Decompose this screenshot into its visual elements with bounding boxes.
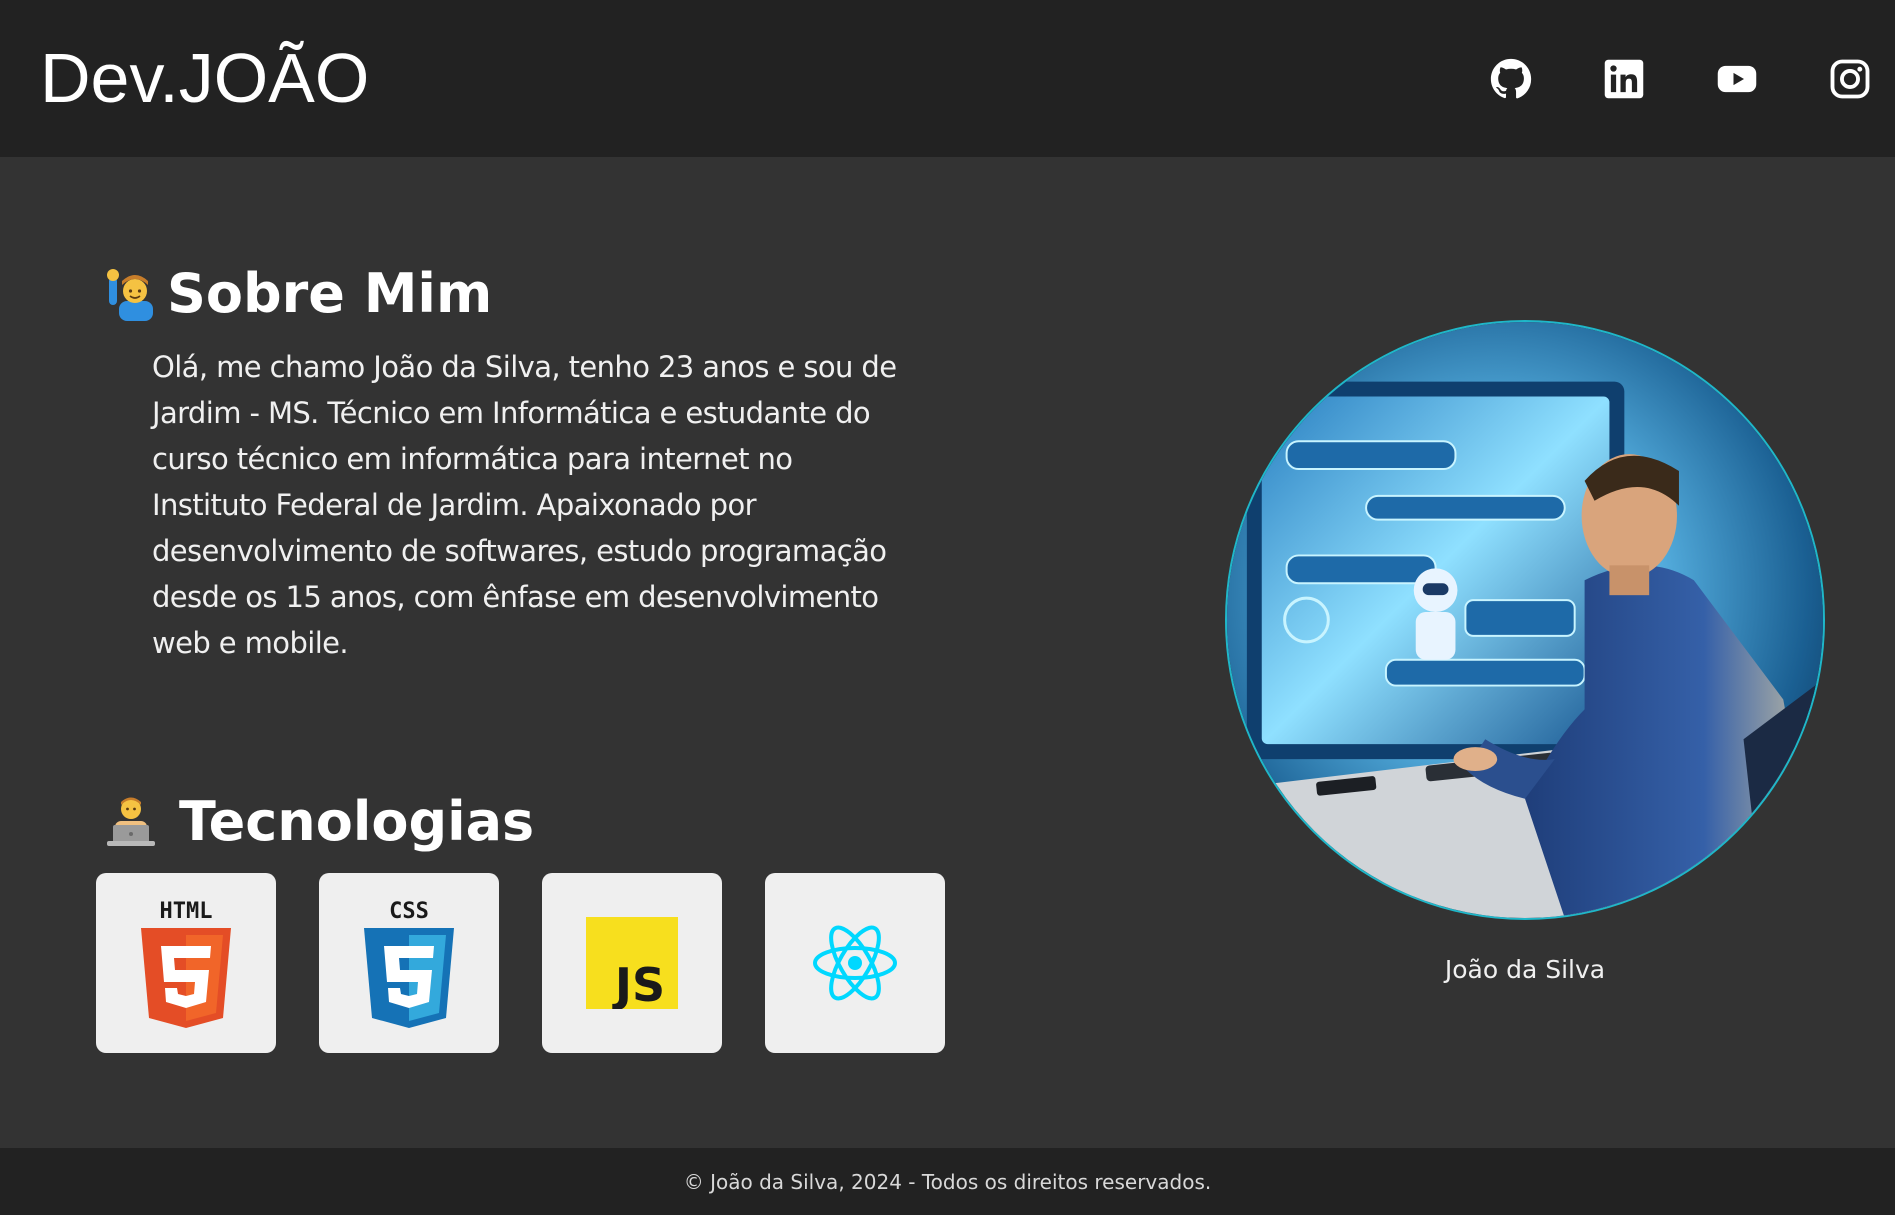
person-raising-hand-icon bbox=[107, 268, 153, 321]
about-text: Olá, me chamo João da Silva, tenho 23 an… bbox=[152, 350, 897, 660]
tech-card-css[interactable]: CSS bbox=[319, 873, 499, 1053]
tech-card-javascript[interactable]: JS bbox=[542, 873, 722, 1053]
html5-icon: HTML bbox=[141, 899, 231, 1028]
footer: © João da Silva, 2024 - Todos os direito… bbox=[0, 1148, 1895, 1215]
css3-icon: CSS bbox=[364, 899, 454, 1028]
technologist-icon bbox=[107, 797, 155, 846]
tech-card-react[interactable] bbox=[765, 873, 945, 1053]
tech-card-html[interactable]: HTML bbox=[96, 873, 276, 1053]
footer-text: © João da Silva, 2024 - Todos os direito… bbox=[683, 1169, 1212, 1194]
instagram-icon bbox=[1830, 59, 1870, 99]
technologies-heading: Tecnologias bbox=[105, 790, 534, 853]
github-link[interactable] bbox=[1490, 58, 1532, 100]
react-icon bbox=[813, 925, 897, 1001]
instagram-link[interactable] bbox=[1829, 58, 1871, 100]
about-title: Sobre Mim bbox=[167, 262, 493, 325]
html-label: HTML bbox=[160, 899, 213, 924]
linkedin-icon bbox=[1604, 59, 1644, 99]
javascript-icon: JS bbox=[586, 917, 678, 1009]
profile-photo bbox=[1225, 320, 1825, 920]
header: Dev.JOÃO bbox=[0, 0, 1895, 157]
technologies-title: Tecnologias bbox=[179, 790, 535, 853]
youtube-link[interactable] bbox=[1716, 58, 1758, 100]
js-label: JS bbox=[612, 958, 665, 1009]
site-logo[interactable]: Dev.JOÃO bbox=[40, 38, 369, 118]
github-icon bbox=[1490, 58, 1532, 99]
youtube-icon bbox=[1717, 65, 1757, 93]
page: Dev.JOÃO Sobre Mim Olá, me chamo João da… bbox=[0, 0, 1895, 1215]
about-heading: Sobre Mim bbox=[105, 262, 492, 325]
profile-illustration bbox=[1227, 322, 1823, 918]
css-label: CSS bbox=[389, 899, 429, 924]
linkedin-link[interactable] bbox=[1603, 58, 1645, 100]
profile-caption: João da Silva bbox=[1444, 955, 1606, 984]
